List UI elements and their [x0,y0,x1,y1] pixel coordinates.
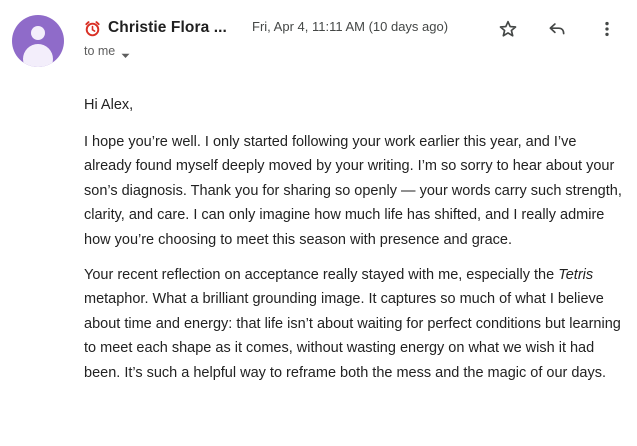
recipient-row[interactable]: to me [84,44,130,58]
sender-name[interactable]: Christie Flora ... [108,19,227,37]
email-message-view: Christie Flora ... Fri, Apr 4, 11:11 AM … [0,0,637,446]
sender-row: Christie Flora ... [84,17,227,39]
avatar-body [23,44,53,67]
reply-icon[interactable] [546,18,568,40]
emphasized-word: Tetris [558,266,594,283]
alarm-clock-icon [84,20,101,37]
avatar-head [31,26,45,40]
message-paragraph: Your recent reflection on acceptance rea… [84,263,624,386]
message-paragraph: I hope you’re well. I only started follo… [84,133,622,248]
more-vertical-icon[interactable] [596,18,618,40]
paragraph-text: Your recent reflection on acceptance rea… [84,266,559,283]
message-greeting: Hi Alex, [84,97,134,113]
caret-down-icon[interactable] [121,48,130,58]
message-timestamp: Fri, Apr 4, 11:11 AM (10 days ago) [252,19,449,34]
message-body: Hi Alex, I hope you’re well. I only star… [84,93,624,386]
paragraph-text: metaphor. What a brilliant grounding ima… [84,291,621,381]
recipient-label: to me [84,44,116,58]
sender-avatar[interactable] [12,15,64,67]
star-icon[interactable] [497,18,519,40]
